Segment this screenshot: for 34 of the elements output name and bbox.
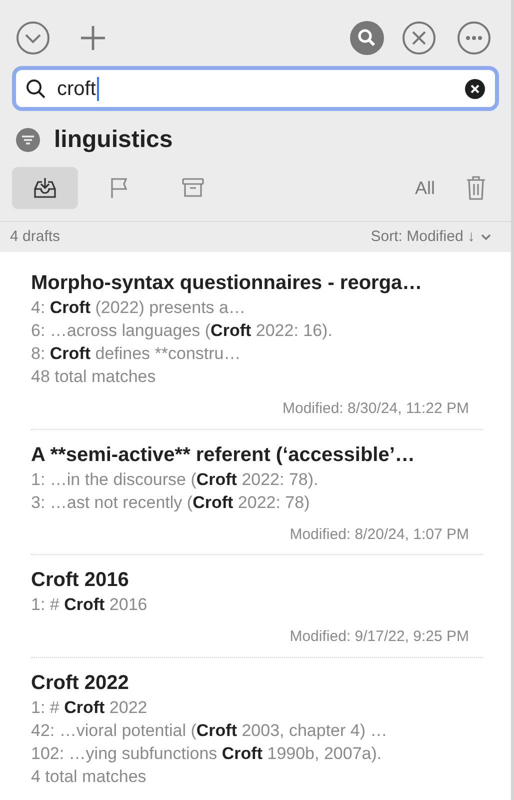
- clear-icon[interactable]: [465, 78, 485, 98]
- search-field[interactable]: croft: [12, 66, 499, 111]
- search-text: croft: [57, 76, 99, 100]
- search-icon[interactable]: [350, 21, 384, 55]
- draft-title[interactable]: Croft 2016: [31, 567, 483, 593]
- draft-title[interactable]: Morpho-syntax questionnaires - reorga…: [31, 270, 483, 296]
- match-snippet: 4: Croft (2022) presents a…: [31, 297, 246, 319]
- draft-count: 4 drafts: [10, 226, 60, 247]
- filter-icon: [16, 128, 40, 152]
- draft-title[interactable]: A **semi-active** referent (‘accessible’…: [31, 442, 483, 468]
- more-icon[interactable]: [457, 21, 491, 55]
- close-icon[interactable]: [402, 21, 436, 55]
- chevron-down-icon[interactable]: [16, 21, 50, 55]
- match-snippet: 102: …ying subfunctions Croft 1990b, 2007a).: [31, 742, 383, 764]
- modified-date: Modified: 8/20/24, 1:07 PM: [290, 524, 469, 544]
- all-tab[interactable]: All: [401, 167, 449, 209]
- match-snippet: 6: …across languages (Croft 2022: 16).: [31, 320, 334, 342]
- inbox-icon[interactable]: [12, 167, 78, 209]
- modified-date: Modified: 9/17/22, 9:25 PM: [290, 627, 469, 647]
- match-count: 4 total matches: [31, 766, 148, 788]
- match-snippet: 3: …ast not recently (Croft 2022: 78): [31, 492, 311, 514]
- sort-menu[interactable]: Sort: Modified ↓: [370, 226, 491, 248]
- match-count: 48 total matches: [31, 366, 157, 388]
- search-icon: [26, 78, 46, 98]
- modified-date: Modified: 8/30/24, 11:22 PM: [282, 399, 469, 419]
- draft-title[interactable]: Croft 2022: [31, 670, 483, 696]
- chevron-down-icon: [481, 234, 491, 240]
- match-snippet: 1: …in the discourse (Croft 2022: 78).: [31, 468, 320, 490]
- match-snippet: 1: # Croft 2016: [31, 594, 148, 616]
- match-snippet: 1: # Croft 2022: [31, 696, 148, 718]
- add-icon[interactable]: [79, 24, 107, 52]
- tag-title: linguistics: [54, 125, 173, 155]
- match-snippet: 42: …vioral potential (Croft 2003, chapter 4) …: [31, 720, 388, 742]
- match-snippet: 8: Croft defines **constru…: [31, 343, 242, 365]
